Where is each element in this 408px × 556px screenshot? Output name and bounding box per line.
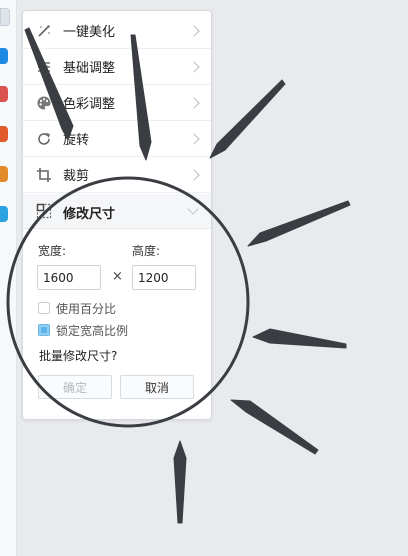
annotation-arrow	[24, 27, 74, 141]
annotation-arrow	[230, 399, 319, 455]
annotation-arrow	[247, 200, 351, 247]
annotation-arrow	[130, 34, 152, 161]
annotation-arrow	[173, 440, 187, 524]
annotation-arrow	[209, 79, 286, 159]
annotation-arrow	[252, 328, 347, 349]
annotation-circle	[6, 176, 250, 428]
annotation-overlay	[6, 27, 351, 524]
